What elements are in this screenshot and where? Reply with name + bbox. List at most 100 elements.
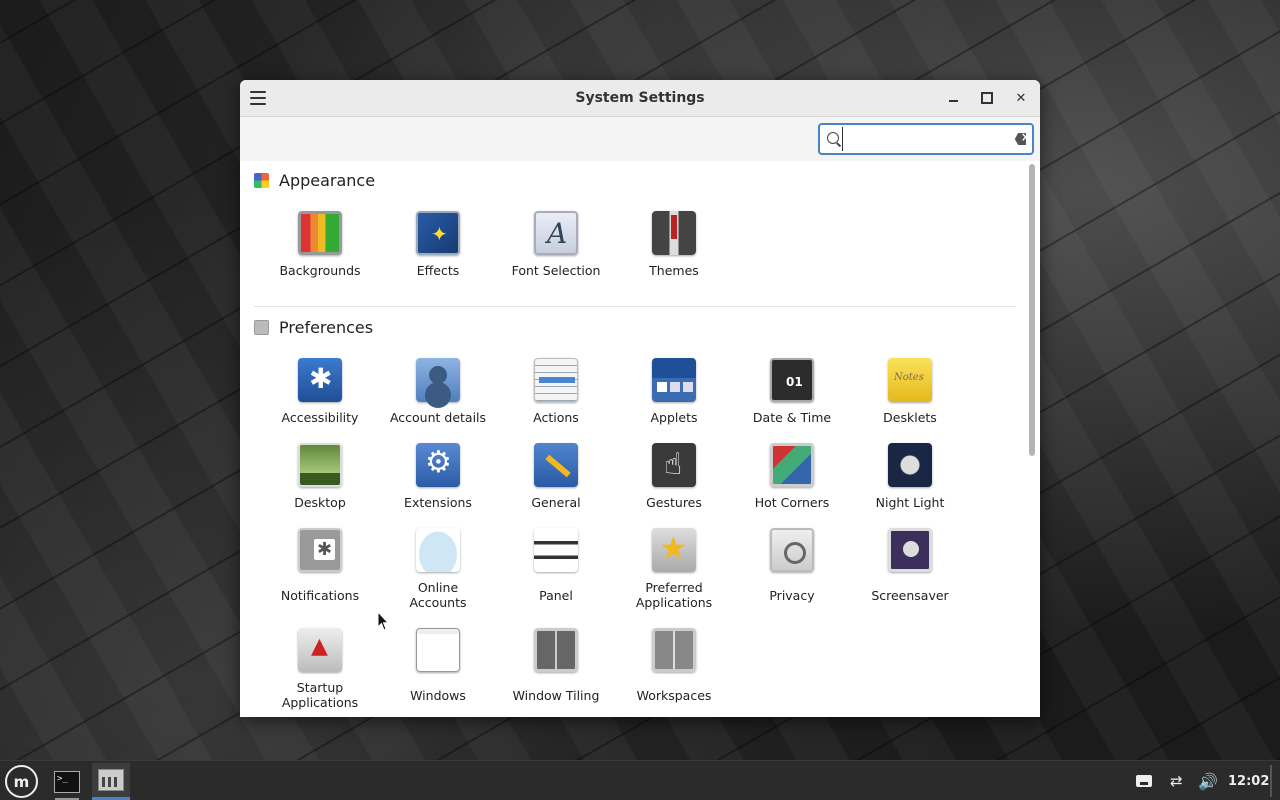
item-label: Applets	[650, 410, 698, 425]
font-selection-icon	[534, 211, 578, 255]
network-tray[interactable]: ⇄	[1170, 761, 1183, 800]
item-label: Themes	[649, 263, 699, 278]
search-input[interactable]	[841, 127, 1015, 151]
settings-item-actions[interactable]: Actions	[497, 358, 615, 425]
settings-item-online-accounts[interactable]: Online Accounts	[379, 528, 497, 610]
settings-item-accessibility[interactable]: Accessibility	[261, 358, 379, 425]
taskbar-system-settings[interactable]	[92, 763, 130, 800]
item-label: Windows	[410, 688, 466, 703]
settings-item-preferred-applications[interactable]: Preferred Applications	[615, 528, 733, 610]
backgrounds-icon	[298, 211, 342, 255]
item-label: Desktop	[294, 495, 346, 510]
section-header-appearance: Appearance	[254, 171, 375, 190]
scrollbar-thumb[interactable]	[1029, 164, 1035, 456]
clock[interactable]: 12:02	[1228, 761, 1269, 800]
lock-icon	[888, 528, 932, 572]
settings-item-account-details[interactable]: Account details	[379, 358, 497, 425]
settings-item-backgrounds[interactable]: Backgrounds	[261, 211, 379, 278]
gear-icon	[416, 443, 460, 487]
item-label: Night Light	[875, 495, 945, 510]
hand-pointer-icon	[652, 443, 696, 487]
settings-window: System Settings ✕ Appearance Backgrounds…	[240, 80, 1040, 717]
accessibility-icon	[298, 358, 342, 402]
settings-item-effects[interactable]: Effects	[379, 211, 497, 278]
settings-item-desktop[interactable]: Desktop	[261, 443, 379, 510]
privacy-icon	[770, 528, 814, 572]
settings-item-themes[interactable]: Themes	[615, 211, 733, 278]
item-label: Font Selection	[511, 263, 601, 278]
item-label: Desklets	[883, 410, 937, 425]
settings-item-gestures[interactable]: Gestures	[615, 443, 733, 510]
moon-icon	[888, 443, 932, 487]
volume-icon: 🔊	[1198, 771, 1218, 791]
settings-item-panel[interactable]: Panel	[497, 528, 615, 603]
window-icon	[416, 628, 460, 672]
show-desktop-button[interactable]	[1270, 765, 1272, 797]
settings-item-general[interactable]: General	[497, 443, 615, 510]
cloud-icon	[416, 528, 460, 572]
taskbar: m >_ ⇄ 🔊 12:02	[0, 760, 1280, 800]
item-label: General	[531, 495, 581, 510]
item-label: Workspaces	[636, 688, 712, 703]
account-details-icon	[416, 358, 460, 402]
item-label: Accessibility	[281, 410, 359, 425]
settings-item-desklets[interactable]: Desklets	[851, 358, 969, 425]
item-label: Backgrounds	[279, 263, 361, 278]
effects-icon	[416, 211, 460, 255]
settings-item-startup-applications[interactable]: Startup Applications	[261, 628, 379, 710]
item-label: Date & Time	[752, 410, 832, 425]
close-icon[interactable]: ✕	[1012, 89, 1030, 107]
item-label: Actions	[533, 410, 579, 425]
desktop-icon	[298, 443, 342, 487]
item-label: Screensaver	[871, 588, 949, 603]
search-icon	[827, 132, 839, 146]
wrench-icon	[534, 443, 578, 487]
settings-item-privacy[interactable]: Privacy	[733, 528, 851, 603]
settings-item-window-tiling[interactable]: Window Tiling	[497, 628, 615, 703]
clear-search-icon[interactable]	[1014, 133, 1026, 145]
titlebar: System Settings ✕	[240, 80, 1040, 117]
hot-corners-icon	[770, 443, 814, 487]
network-icon: ⇄	[1170, 772, 1183, 790]
rocket-icon	[298, 628, 342, 672]
taskbar-terminal[interactable]: >_	[48, 763, 86, 800]
maximize-icon[interactable]	[978, 89, 996, 107]
item-label: Notifications	[280, 588, 360, 603]
settings-item-screensaver[interactable]: Screensaver	[851, 528, 969, 603]
settings-item-applets[interactable]: Applets	[615, 358, 733, 425]
settings-item-extensions[interactable]: Extensions	[379, 443, 497, 510]
scrollbar[interactable]	[1029, 164, 1037, 717]
printer-tray[interactable]	[1136, 761, 1152, 800]
section-divider	[254, 306, 1016, 307]
menu-glyph: m	[13, 772, 30, 791]
item-label: Window Tiling	[512, 688, 600, 703]
mint-menu-icon[interactable]: m	[5, 765, 38, 798]
item-label: Startup Applications	[281, 680, 359, 710]
terminal-prompt: >_	[57, 773, 68, 784]
item-label: Effects	[416, 263, 460, 278]
window-title: System Settings	[575, 90, 705, 106]
settings-item-date-time[interactable]: Date & Time	[733, 358, 851, 425]
terminal-icon: >_	[54, 770, 80, 793]
item-label: Extensions	[404, 495, 472, 510]
minimize-icon[interactable]	[944, 89, 962, 107]
item-label: Gestures	[646, 495, 702, 510]
section-header-preferences: Preferences	[254, 318, 373, 337]
settings-item-night-light[interactable]: Night Light	[851, 443, 969, 510]
settings-item-notifications[interactable]: Notifications	[261, 528, 379, 603]
settings-item-font-selection[interactable]: Font Selection	[497, 211, 615, 278]
settings-app-icon	[98, 769, 124, 791]
item-label: Online Accounts	[409, 580, 467, 610]
notification-icon	[298, 528, 342, 572]
settings-item-windows[interactable]: Windows	[379, 628, 497, 703]
search-box[interactable]	[818, 123, 1034, 155]
item-label: Account details	[389, 410, 487, 425]
applets-icon	[652, 358, 696, 402]
volume-tray[interactable]: 🔊	[1198, 761, 1218, 800]
preferences-icon	[254, 320, 269, 335]
settings-item-hot-corners[interactable]: Hot Corners	[733, 443, 851, 510]
panel-icon	[534, 528, 578, 572]
section-title: Preferences	[279, 318, 374, 337]
settings-item-workspaces[interactable]: Workspaces	[615, 628, 733, 703]
item-label: Preferred Applications	[635, 580, 713, 610]
